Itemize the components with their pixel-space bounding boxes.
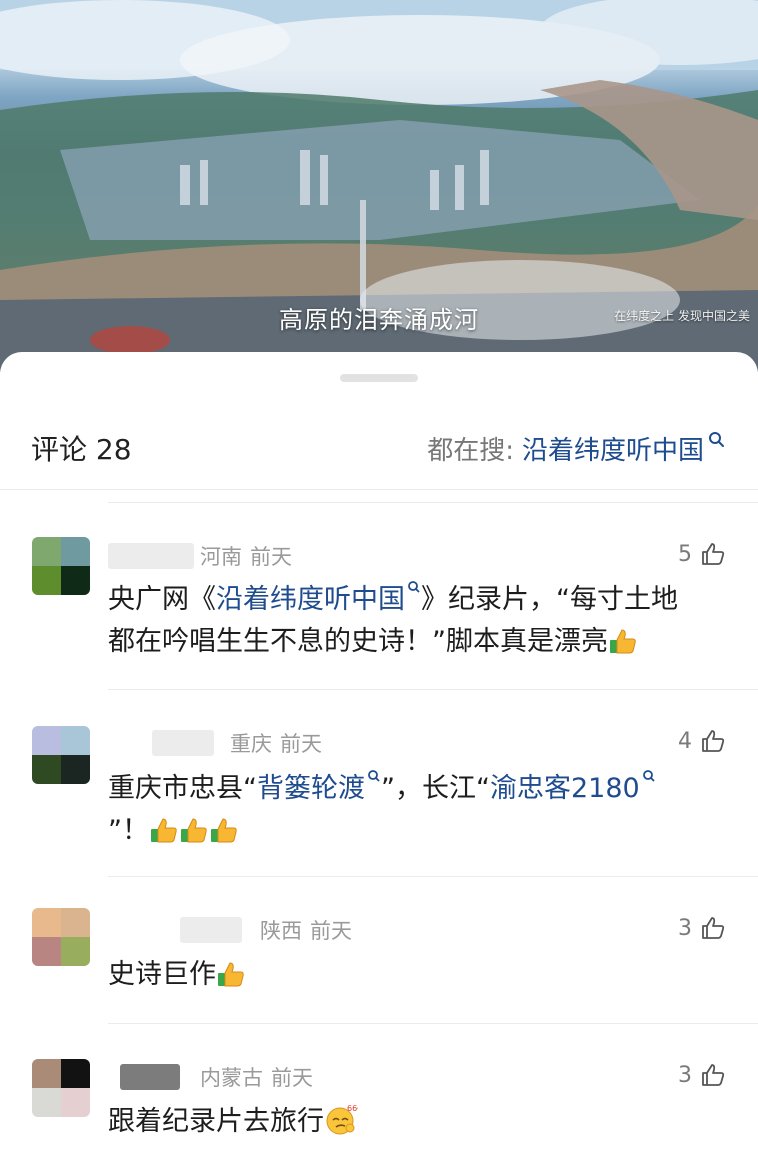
like-button[interactable]: 3 <box>678 1062 726 1088</box>
comment-meta: 重庆 前天 <box>108 728 322 758</box>
comment-text: 跟着纪录片去旅行 666 <box>108 1101 728 1143</box>
comment-text-part: 》纪录片，“每寸土地 <box>421 584 678 615</box>
like-button[interactable]: 4 <box>678 728 726 754</box>
comment-time: 前天 <box>250 545 292 569</box>
comment-text-part: 跟着纪录片去旅行 <box>108 1106 324 1137</box>
username-redacted[interactable] <box>152 730 214 756</box>
thumbs-up-emoji-icon <box>151 818 177 843</box>
comment-divider <box>108 1023 758 1024</box>
comment-link-keyword[interactable]: 渝忠客2180 <box>490 773 640 804</box>
like-button[interactable]: 3 <box>678 915 726 941</box>
trending-search[interactable]: 都在搜: 沿着纬度听中国 <box>427 430 726 467</box>
thumbs-up-outline-icon <box>702 1064 725 1086</box>
comment-link-keyword[interactable]: 沿着纬度听中国 <box>216 584 405 615</box>
username-redacted[interactable] <box>120 1064 180 1090</box>
avatar[interactable] <box>32 1059 90 1117</box>
thumbs-up-emoji-icon <box>218 962 244 987</box>
comment-text-part: 史诗巨作 <box>108 959 216 990</box>
comment-text-part: 都在吟唱生生不息的史诗！”脚本真是漂亮 <box>108 626 608 657</box>
search-icon <box>368 770 380 782</box>
thumbs-up-outline-icon <box>702 917 725 939</box>
comment-location: 内蒙古 <box>200 1066 263 1090</box>
like-count: 3 <box>678 1062 692 1088</box>
like-button[interactable]: 5 <box>678 541 726 567</box>
avatar[interactable] <box>32 726 90 784</box>
comments-count-label: 评论 28 <box>31 433 132 466</box>
666-face-emoji-icon: 666 <box>326 1104 358 1135</box>
sheet-drag-handle[interactable] <box>340 374 418 382</box>
search-icon <box>408 581 420 593</box>
thumbs-up-emoji-icon <box>211 818 237 843</box>
comment-text-part: ”！ <box>108 815 149 846</box>
comment-text: 重庆市忠县“背篓轮渡 ”，长江“渝忠客2180 ”！ <box>108 768 738 852</box>
thumbs-up-emoji-icon <box>610 629 636 654</box>
emoji-666-label: 666 <box>347 1104 358 1113</box>
comment-divider <box>108 689 758 690</box>
like-count: 4 <box>678 728 692 754</box>
comment-divider <box>108 876 758 877</box>
thumbs-up-outline-icon <box>702 543 725 565</box>
comment-location: 陕西 <box>260 919 302 943</box>
trending-search-prefix: 都在搜: <box>427 435 514 466</box>
comment-time: 前天 <box>310 919 352 943</box>
thumbs-up-emoji-icon <box>181 818 207 843</box>
like-count: 5 <box>678 541 692 567</box>
comment-location: 重庆 <box>230 732 272 756</box>
search-icon <box>642 770 655 782</box>
search-icon <box>709 432 724 447</box>
comment-link-keyword[interactable]: 背篓轮渡 <box>257 773 365 804</box>
comment-time: 前天 <box>271 1066 313 1090</box>
comment-text: 央广网《沿着纬度听中国 》纪录片，“每寸土地 都在吟唱生生不息的史诗！”脚本真是漂… <box>108 579 728 663</box>
username-redacted[interactable] <box>180 917 242 943</box>
comment-meta: 河南 前天 <box>108 541 292 571</box>
video-watermark: 在纬度之上 发现中国之美 <box>614 309 750 323</box>
comment-text-part: 重庆市忠县“ <box>108 773 257 804</box>
comment-text-part: ”，长江“ <box>381 773 490 804</box>
comment-location: 河南 <box>200 545 242 569</box>
comment-meta: 陕西 前天 <box>108 915 352 945</box>
comment-meta: 内蒙古 前天 <box>108 1062 313 1092</box>
avatar[interactable] <box>32 537 90 595</box>
comment-text: 史诗巨作 <box>108 954 728 996</box>
header-divider <box>0 489 758 490</box>
thumbs-up-outline-icon <box>702 730 725 752</box>
video-player[interactable]: 高原的泪奔涌成河 在纬度之上 发现中国之美 <box>0 0 758 372</box>
avatar[interactable] <box>32 908 90 966</box>
trending-search-keyword[interactable]: 沿着纬度听中国 <box>522 430 704 467</box>
comment-text-part: 央广网《 <box>108 584 216 615</box>
comments-sheet: 评论 28 都在搜: 沿着纬度听中国 <box>0 352 758 1166</box>
like-count: 3 <box>678 915 692 941</box>
username-redacted[interactable] <box>108 543 194 569</box>
list-top-divider <box>108 502 758 503</box>
comments-header: 评论 28 都在搜: 沿着纬度听中国 <box>0 422 758 474</box>
comment-time: 前天 <box>280 732 322 756</box>
